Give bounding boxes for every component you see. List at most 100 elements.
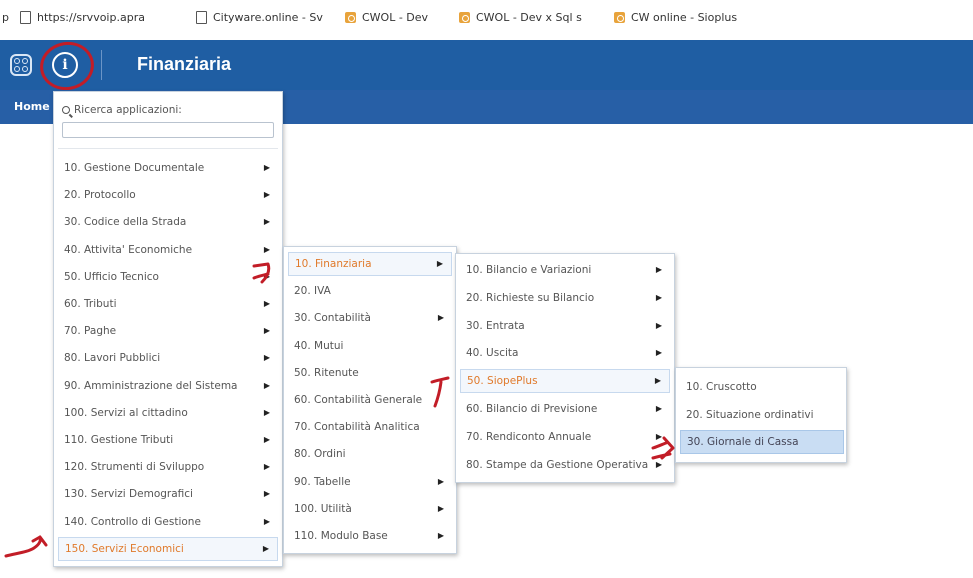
- menu-item[interactable]: 10. Bilancio e Variazioni ▶: [460, 258, 670, 282]
- menu-item[interactable]: 70. Contabilità Analitica: [288, 415, 452, 439]
- chevron-right-icon: ▶: [437, 531, 444, 540]
- bookmark-cwol-dev-sql[interactable]: CWOL - Dev x Sql s: [459, 11, 582, 24]
- chevron-right-icon: ▶: [263, 380, 270, 390]
- menu-item[interactable]: 70. Rendiconto Annuale ▶: [460, 425, 670, 449]
- menu-item-label: 50. Ufficio Tecnico: [64, 270, 159, 283]
- menu-item[interactable]: 30. Giornale di Cassa: [680, 430, 844, 454]
- bookmark-srvvoip[interactable]: https://srvvoip.apra: [20, 11, 145, 24]
- menu-item[interactable]: 20. Richieste su Bilancio ▶: [460, 286, 670, 310]
- chevron-right-icon: ▶: [263, 163, 270, 172]
- menu-item-label: 20. Situazione ordinativi: [686, 408, 814, 421]
- menu-item[interactable]: 110. Gestione Tributi ▶: [58, 428, 278, 452]
- menu-item-label: 20. Protocollo: [64, 189, 136, 202]
- apps-grid-icon[interactable]: [10, 54, 32, 76]
- menu-item[interactable]: 140. Controllo di Gestione ▶: [58, 510, 278, 534]
- chevron-right-icon: ▶: [263, 516, 270, 526]
- menu-item[interactable]: 70. Paghe ▶: [58, 319, 278, 343]
- orange-app-icon: [345, 12, 356, 23]
- chevron-right-icon: ▶: [437, 313, 444, 323]
- menu-item-label: 60. Tributi: [64, 298, 117, 310]
- menu-item[interactable]: 80. Lavori Pubblici ▶: [58, 346, 278, 370]
- menu-item[interactable]: 130. Servizi Demografici ▶: [58, 482, 278, 506]
- menu-item[interactable]: 30. Entrata ▶: [460, 314, 670, 338]
- menu-item[interactable]: 50. Ritenute: [288, 361, 452, 385]
- menu-item-label: 80. Stampe da Gestione Operativa: [466, 458, 649, 471]
- header-divider: [101, 50, 102, 80]
- menu-item[interactable]: 60. Tributi ▶: [58, 292, 278, 316]
- chevron-right-icon: ▶: [263, 462, 270, 472]
- menu-item[interactable]: 80. Stampe da Gestione Operativa ▶: [460, 453, 670, 477]
- menu-item-label: 100. Servizi al cittadino: [64, 406, 188, 419]
- chevron-right-icon: ▶: [263, 244, 270, 254]
- menu-item[interactable]: 60. Contabilità Generale: [288, 388, 452, 412]
- menu-item[interactable]: 60. Bilancio di Previsione ▶: [460, 397, 670, 421]
- menu-item[interactable]: 50. Ufficio Tecnico ▶: [58, 265, 278, 289]
- menu-item[interactable]: 40. Attivita' Economiche ▶: [58, 238, 278, 262]
- search-label-row: Ricerca applicazioni:: [62, 104, 182, 116]
- chevron-right-icon: ▶: [263, 271, 270, 281]
- menu-item-label: 70. Contabilità Analitica: [294, 421, 420, 434]
- menu-item[interactable]: 20. Situazione ordinativi: [680, 403, 844, 427]
- app-header: i Finanziaria: [0, 37, 973, 95]
- chevron-right-icon: ▶: [262, 543, 269, 553]
- chevron-right-icon: ▶: [655, 459, 662, 469]
- menu-item[interactable]: 90. Tabelle ▶: [288, 470, 452, 494]
- bookmark-cw-online-sioplus[interactable]: CW online - Sioplus: [614, 11, 737, 24]
- bookmark-label: CWOL - Dev: [362, 11, 429, 24]
- chevron-right-icon: ▶: [655, 348, 662, 358]
- bookmark-label: CWOL - Dev x Sql s: [476, 11, 582, 24]
- menu-item-label: 30. Contabilità: [294, 312, 371, 325]
- menu-item[interactable]: 50. SiopePlus ▶: [460, 369, 670, 394]
- menu-item-label: 40. Attivita' Economiche: [64, 243, 193, 256]
- chevron-right-icon: ▶: [436, 259, 443, 268]
- menu-item[interactable]: 40. Uscita ▶: [460, 341, 670, 365]
- menu-item-label: 10. Cruscotto: [686, 381, 757, 393]
- menu-item-label: 130. Servizi Demografici: [64, 488, 193, 501]
- menu-item[interactable]: 30. Contabilità ▶: [288, 306, 452, 330]
- home-link[interactable]: Home: [14, 100, 50, 113]
- menu-item-label: 10. Gestione Documentale: [64, 162, 205, 174]
- chevron-right-icon: ▶: [263, 489, 270, 499]
- chevron-right-icon: ▶: [655, 320, 662, 330]
- chevron-right-icon: ▶: [655, 292, 662, 302]
- menu-item-label: 20. IVA: [294, 285, 331, 298]
- finanziaria-submenu: 10. Bilancio e Variazioni ▶ 20. Richieste …: [455, 253, 675, 483]
- menu-item[interactable]: 100. Utilità ▶: [288, 497, 452, 521]
- menu-item-label: 110. Modulo Base: [294, 530, 388, 542]
- search-input[interactable]: [62, 122, 274, 138]
- bookmark-cityware[interactable]: Cityware.online - Sv: [196, 11, 323, 24]
- chevron-right-icon: ▶: [654, 376, 661, 386]
- menu-item-label: 140. Controllo di Gestione: [64, 515, 201, 528]
- menu-item[interactable]: 20. IVA: [288, 279, 452, 303]
- menu-item[interactable]: 30. Codice della Strada ▶: [58, 210, 278, 234]
- menu-item-label: 90. Tabelle: [294, 475, 351, 488]
- menu-item-label: 120. Strumenti di Sviluppo: [64, 461, 205, 474]
- chevron-right-icon: ▶: [655, 404, 662, 413]
- menu-item[interactable]: 10. Finanziaria ▶: [288, 252, 452, 276]
- menu-item[interactable]: 90. Amministrazione del Sistema ▶: [58, 374, 278, 398]
- menu-item-label: 50. Ritenute: [294, 366, 359, 379]
- menu-item[interactable]: 150. Servizi Economici ▶: [58, 536, 278, 561]
- siopeplus-submenu: 10. Cruscotto 20. Situazione ordinativi 30…: [675, 367, 847, 463]
- bookmark-cwol-dev[interactable]: CWOL - Dev: [345, 11, 428, 24]
- menu-item-label: 80. Ordini: [294, 448, 346, 461]
- menu-item[interactable]: 100. Servizi al cittadino ▶: [58, 401, 278, 425]
- chevron-right-icon: ▶: [437, 476, 444, 486]
- red-annotation-circle: [36, 37, 98, 95]
- document-icon: [20, 11, 31, 24]
- menu-item[interactable]: 10. Cruscotto: [680, 375, 844, 399]
- annotation-arrow-servizi-economici: [4, 535, 48, 558]
- menu-item[interactable]: 20. Protocollo ▶: [58, 183, 278, 207]
- menu-item-label: 20. Richieste su Bilancio: [466, 291, 595, 304]
- menu-item-label: 50. SiopePlus: [467, 375, 538, 388]
- menu-item[interactable]: 80. Ordini: [288, 442, 452, 466]
- orange-app-icon: [459, 12, 470, 23]
- menu-item-label: 30. Giornale di Cassa: [687, 436, 799, 448]
- chevron-right-icon: ▶: [263, 435, 270, 444]
- chevron-right-icon: ▶: [263, 353, 270, 363]
- menu-item[interactable]: 10. Gestione Documentale ▶: [58, 156, 278, 180]
- menu-item[interactable]: 110. Modulo Base ▶: [288, 524, 452, 548]
- menu-item[interactable]: 120. Strumenti di Sviluppo ▶: [58, 455, 278, 479]
- menu-item[interactable]: 40. Mutui: [288, 334, 452, 358]
- bookmark-truncated[interactable]: p: [2, 11, 9, 24]
